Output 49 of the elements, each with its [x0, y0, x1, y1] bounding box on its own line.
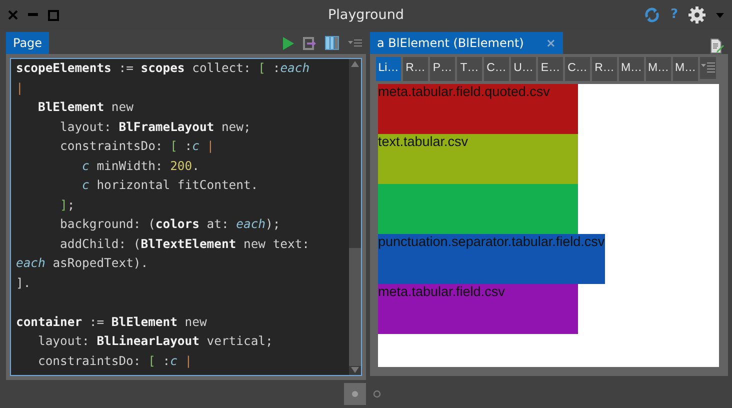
view-tab[interactable]: Li…	[376, 57, 401, 81]
element-label: text.tabular.csv	[378, 134, 468, 149]
code-line: layout: BlFrameLayout new;	[59, 118, 252, 136]
code-line: each asRopedText).	[16, 255, 150, 272]
refresh-icon[interactable]	[644, 7, 660, 23]
close-icon[interactable]	[8, 10, 18, 20]
code-line: scopeElements := scopes collect: [ :each	[16, 60, 311, 77]
code-line: layout: BlLinearLayout vertical;	[37, 333, 274, 350]
view-tab[interactable]: U…	[511, 57, 536, 81]
view-tab[interactable]: E…	[538, 57, 563, 81]
element-label: meta.tabular.field.quoted.csv	[378, 84, 550, 99]
inspector-tab[interactable]: a BlElement (BlElement) ×	[370, 32, 563, 54]
code-line: c horizontal fitContent.	[81, 177, 260, 194]
minimize-icon[interactable]	[28, 13, 38, 17]
view-tab[interactable]: M…	[619, 57, 644, 81]
code-line: constraintsDo: [ :c |	[37, 352, 194, 370]
code-line: BlElement new	[37, 99, 134, 116]
menu-icon[interactable]	[700, 57, 716, 79]
export-icon[interactable]	[303, 36, 316, 50]
scroll-up-icon[interactable]	[349, 59, 361, 68]
element-label: meta.tabular.field.csv	[378, 284, 505, 299]
code-editor[interactable]	[10, 58, 362, 376]
code-line: ].	[16, 274, 32, 292]
view-tab[interactable]: R…	[592, 57, 617, 81]
maximize-icon[interactable]	[48, 10, 59, 20]
settings-icon[interactable]	[688, 6, 706, 24]
scrollbar-thumb[interactable]	[349, 248, 361, 366]
window-title: Playground	[327, 6, 405, 25]
columns-icon[interactable]	[325, 36, 339, 50]
code-line: addChild: (BlTextElement new text:	[59, 236, 311, 252]
code-line: c minWidth: 200.	[81, 158, 200, 174]
code-line: constraintsDo: [ :c |	[59, 138, 216, 155]
code-line: background: (colors at: each);	[59, 216, 282, 233]
code-line: container := BlElement new	[16, 314, 208, 330]
menu-icon[interactable]	[348, 39, 362, 47]
view-tab[interactable]: T…	[457, 57, 482, 81]
edit-document-icon[interactable]	[710, 38, 724, 54]
element-label: punctuation.separator.tabular.field.csv	[378, 234, 605, 249]
view-tab[interactable]: M…	[646, 57, 671, 81]
play-icon[interactable]	[283, 36, 294, 50]
code-line: ];	[59, 196, 76, 214]
view-tab[interactable]: C…	[565, 57, 590, 81]
caret-icon[interactable]	[716, 12, 724, 18]
view-tab[interactable]: R…	[403, 57, 428, 81]
page-tab[interactable]: Page	[6, 32, 50, 54]
view-tab[interactable]: P…	[430, 57, 455, 81]
view-tab[interactable]: C…	[484, 57, 509, 81]
view-tab[interactable]: M…	[673, 57, 698, 81]
code-line: |	[16, 80, 24, 97]
